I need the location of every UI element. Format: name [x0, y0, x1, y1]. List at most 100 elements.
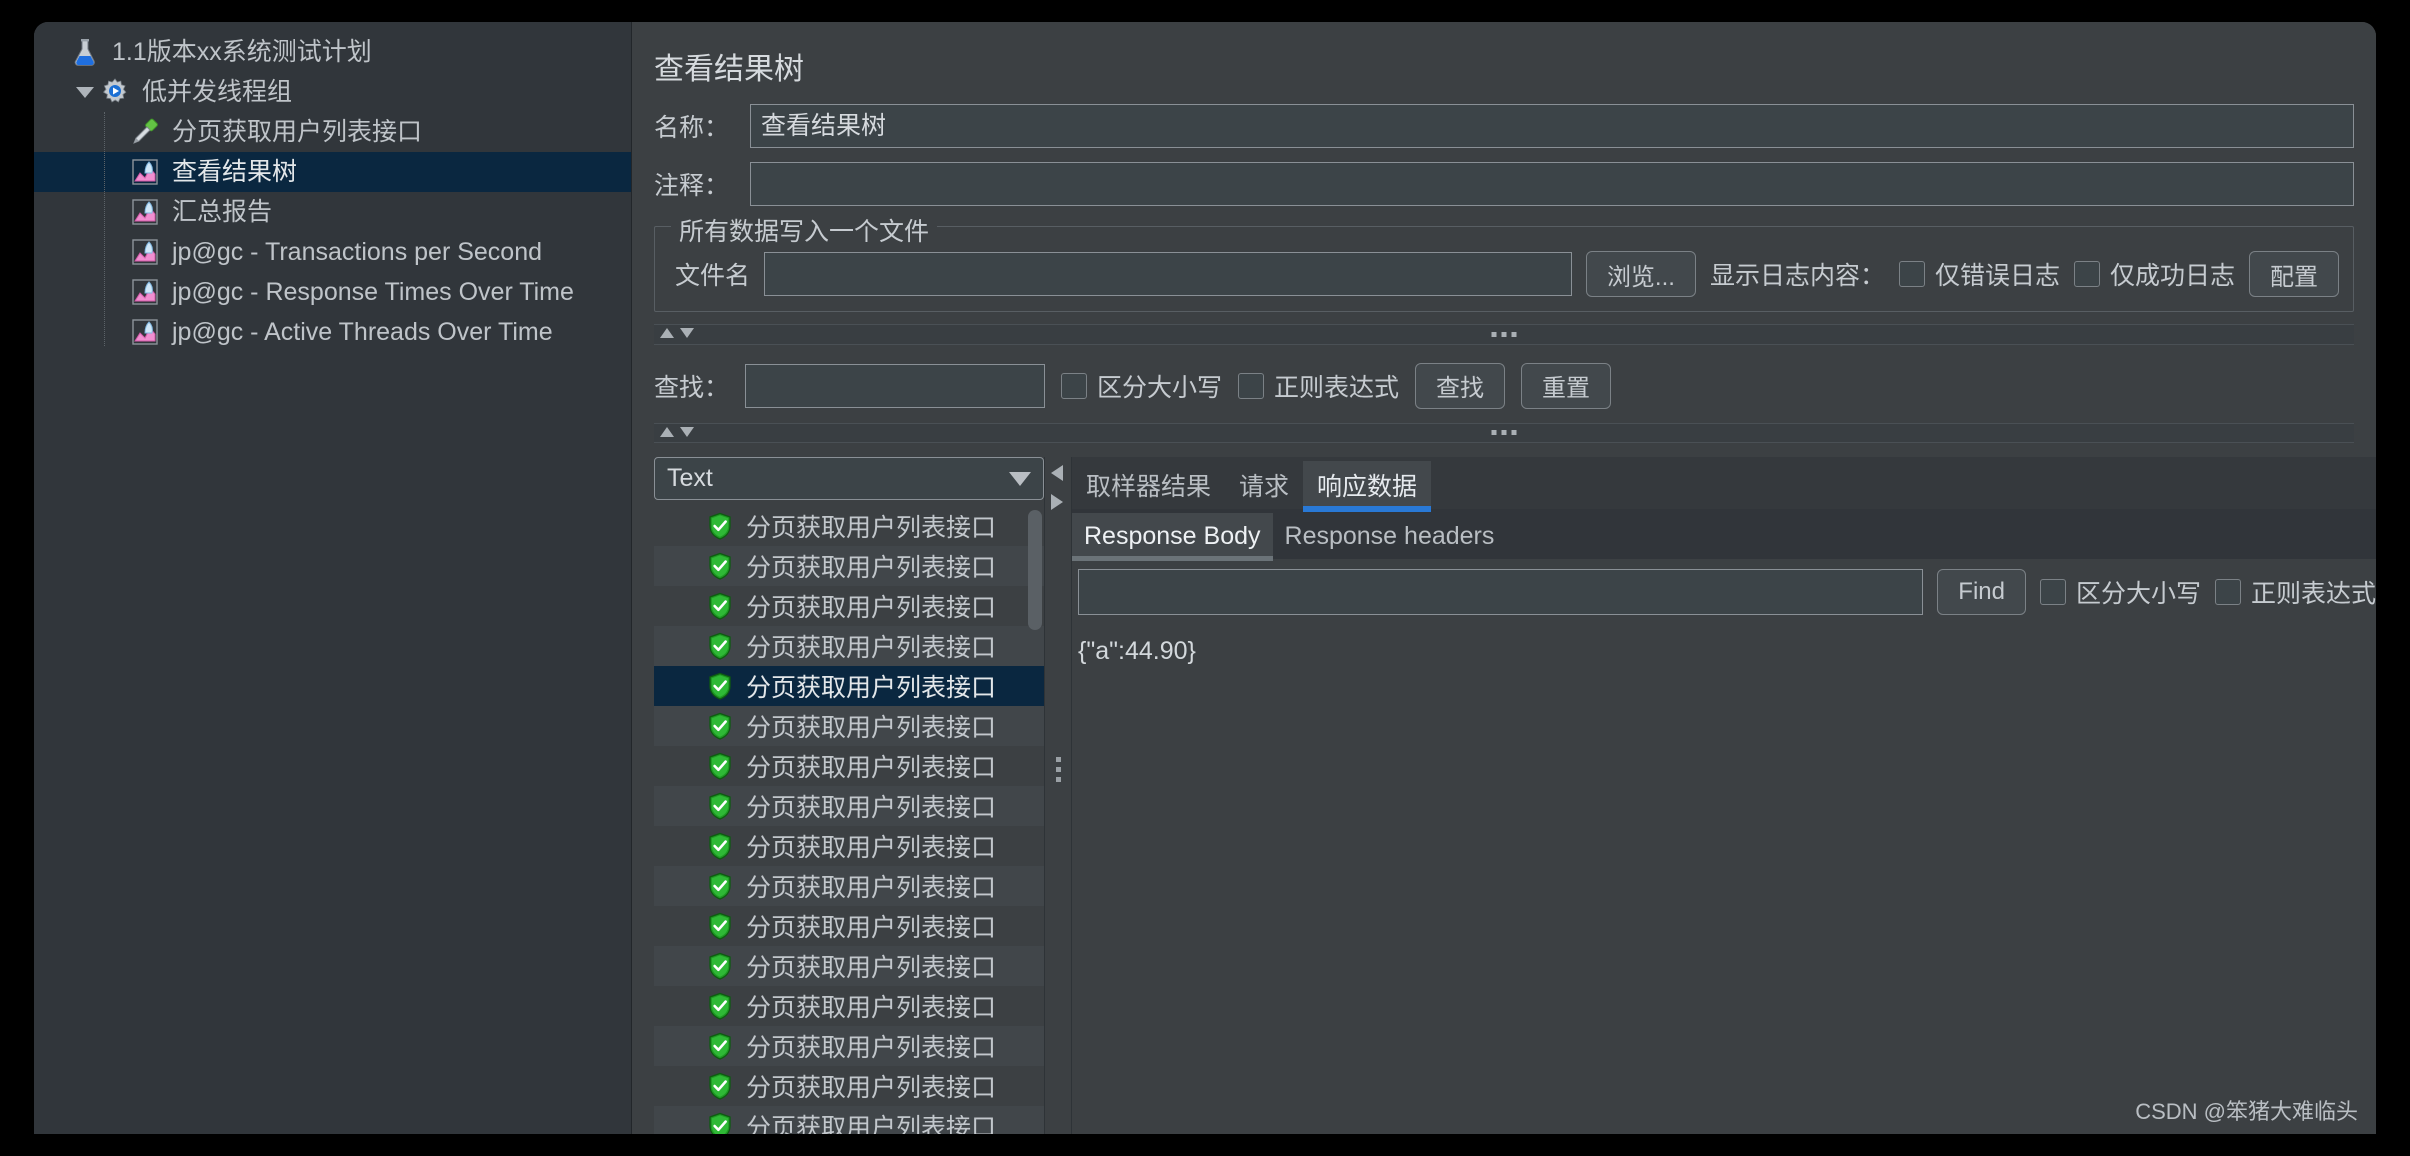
collapse-down-icon[interactable]	[680, 424, 694, 442]
success-shield-icon	[706, 512, 734, 540]
response-case-sensitive-label: 区分大小写	[2075, 580, 2201, 608]
lower-splitter[interactable]	[654, 422, 2354, 443]
success-shield-icon	[706, 1072, 734, 1100]
success-shield-icon	[706, 792, 734, 820]
sampler-list-item[interactable]: 分页获取用户列表接口	[654, 665, 1044, 706]
tree-toggle-spacer	[102, 152, 128, 192]
tree-expand-toggle-icon[interactable]	[72, 72, 98, 112]
response-find-input[interactable]	[1078, 569, 1924, 615]
sampler-list-item-label: 分页获取用户列表接口	[746, 1113, 997, 1134]
render-format-combobox[interactable]: Text	[654, 457, 1044, 500]
name-label: 名称：	[654, 114, 730, 142]
configure-button[interactable]: 配置	[2249, 251, 2339, 297]
listener-chart-icon	[128, 195, 162, 229]
success-only-checkbox[interactable]	[2073, 261, 2100, 287]
tree-item-4[interactable]: 汇总报告	[34, 192, 631, 232]
search-regex-wrap[interactable]: 正则表达式	[1238, 368, 1399, 404]
search-regex-label: 正则表达式	[1274, 373, 1400, 402]
success-shield-icon	[706, 872, 734, 900]
response-regex-wrap[interactable]: 正则表达式	[2214, 574, 2376, 610]
collapse-right-icon[interactable]	[1051, 494, 1063, 515]
sampler-list-item[interactable]: 分页获取用户列表接口	[654, 1105, 1044, 1134]
detail-tab-0[interactable]: 取样器结果	[1072, 461, 1225, 509]
errors-only-checkbox-wrap[interactable]: 仅错误日志	[1898, 256, 2060, 292]
tree-item-label: 1.1版本xx系统测试计划	[112, 37, 372, 66]
sampler-list-item[interactable]: 分页获取用户列表接口	[654, 986, 1044, 1026]
collapse-down-icon[interactable]	[680, 325, 694, 343]
collapse-left-icon[interactable]	[1051, 465, 1063, 486]
filename-input[interactable]	[764, 252, 1572, 296]
response-subtab-1[interactable]: Response headers	[1273, 513, 1507, 559]
tree-item-0[interactable]: 1.1版本xx系统测试计划	[34, 32, 631, 72]
chevron-down-icon[interactable]	[1009, 464, 1031, 493]
sampler-list-item[interactable]: 分页获取用户列表接口	[654, 1066, 1044, 1106]
search-find-button[interactable]: 查找	[1415, 362, 1506, 409]
sampler-list-item[interactable]: 分页获取用户列表接口	[654, 1025, 1044, 1066]
sampler-list-item[interactable]: 分页获取用户列表接口	[654, 906, 1044, 946]
response-subtab-0[interactable]: Response Body	[1072, 513, 1273, 561]
tree-item-7[interactable]: jp@gc - Active Threads Over Time	[34, 312, 631, 352]
browse-button[interactable]: 浏览...	[1585, 251, 1696, 297]
jmeter-window: 1.1版本xx系统测试计划 低并发线程组 分页获取用户列表接口 查看结果树 汇总报告 jp…	[34, 22, 2376, 1134]
sampler-results-list[interactable]: 分页获取用户列表接口 分页获取用户列表接口 分页获取用户列表接口 分页获取用户列表接口…	[654, 506, 1044, 1134]
search-row: 查找： 区分大小写 正则表达式 查找 重置	[632, 345, 2376, 409]
page-title: 查看结果树	[654, 53, 804, 86]
comment-input[interactable]	[750, 162, 2354, 206]
tree-item-label: jp@gc - Response Times Over Time	[172, 277, 574, 306]
search-case-sensitive-wrap[interactable]: 区分大小写	[1061, 368, 1222, 404]
vertical-splitter[interactable]	[1044, 457, 1072, 1134]
success-shield-icon	[706, 832, 734, 860]
tree-item-5[interactable]: jp@gc - Transactions per Second	[34, 232, 631, 272]
collapse-up-icon[interactable]	[660, 424, 674, 442]
sampler-list-item-label: 分页获取用户列表接口	[746, 713, 997, 742]
success-shield-icon	[706, 632, 734, 660]
upper-splitter[interactable]	[654, 324, 2354, 345]
lower-splitter-arrows[interactable]	[660, 424, 694, 442]
response-find-bar: Find 区分大小写 正则表达式	[1072, 559, 2376, 625]
search-reset-button[interactable]: 重置	[1521, 362, 1612, 409]
sampler-list-item[interactable]: 分页获取用户列表接口	[654, 865, 1044, 906]
lower-splitter-grip-icon[interactable]	[1491, 430, 1517, 436]
search-regex-checkbox[interactable]	[1238, 372, 1265, 399]
sampler-list-item[interactable]: 分页获取用户列表接口	[654, 506, 1044, 546]
groupbox-title: 所有数据写入一个文件	[671, 212, 938, 248]
response-case-sensitive-wrap[interactable]: 区分大小写	[2039, 574, 2201, 610]
sampler-list-item[interactable]: 分页获取用户列表接口	[654, 945, 1044, 986]
sampler-list-item[interactable]: 分页获取用户列表接口	[654, 625, 1044, 666]
splitter-grip-icon[interactable]	[1491, 331, 1517, 337]
response-regex-checkbox[interactable]	[2214, 579, 2241, 605]
name-input[interactable]: 查看结果树	[750, 104, 2354, 148]
sampler-list-item-label: 分页获取用户列表接口	[746, 913, 997, 942]
detail-tab-1[interactable]: 请求	[1225, 461, 1303, 509]
success-shield-icon	[706, 952, 734, 980]
tree-item-1[interactable]: 低并发线程组	[34, 72, 631, 112]
search-input[interactable]	[745, 363, 1046, 408]
response-find-button[interactable]: Find	[1937, 569, 2026, 615]
list-scrollbar-thumb[interactable]	[1028, 509, 1042, 630]
search-case-sensitive-checkbox[interactable]	[1061, 372, 1088, 399]
test-plan-tree[interactable]: 1.1版本xx系统测试计划 低并发线程组 分页获取用户列表接口 查看结果树 汇总报告 jp…	[34, 22, 632, 1134]
tree-item-3[interactable]: 查看结果树	[34, 152, 631, 192]
sampler-list-item[interactable]: 分页获取用户列表接口	[654, 785, 1044, 826]
tree-item-2[interactable]: 分页获取用户列表接口	[34, 112, 631, 152]
collapse-up-icon[interactable]	[660, 325, 674, 343]
sampler-list-item[interactable]: 分页获取用户列表接口	[654, 826, 1044, 866]
tree-toggle-spacer	[102, 192, 128, 232]
detail-tab-2[interactable]: 响应数据	[1303, 461, 1432, 512]
write-all-data-to-file-group: 所有数据写入一个文件 文件名 浏览... 显示日志内容： 仅错误日志 仅成功日志…	[654, 212, 2354, 312]
tree-item-6[interactable]: jp@gc - Response Times Over Time	[34, 272, 631, 312]
response-case-sensitive-checkbox[interactable]	[2039, 579, 2066, 605]
splitter-arrows[interactable]	[660, 325, 694, 343]
success-shield-icon	[706, 992, 734, 1020]
sampler-list-item[interactable]: 分页获取用户列表接口	[654, 545, 1044, 586]
sampler-list-item[interactable]: 分页获取用户列表接口	[654, 705, 1044, 746]
vsplit-grip-icon[interactable]	[1056, 757, 1061, 782]
errors-only-checkbox[interactable]	[1898, 261, 1925, 287]
success-shield-icon	[706, 1112, 734, 1134]
comment-label: 注释：	[654, 172, 730, 200]
sampler-list-item[interactable]: 分页获取用户列表接口	[654, 586, 1044, 626]
sampler-list-item[interactable]: 分页获取用户列表接口	[654, 746, 1044, 786]
success-only-label: 仅成功日志	[2109, 262, 2235, 290]
vsplit-arrows[interactable]	[1051, 465, 1063, 515]
success-only-checkbox-wrap[interactable]: 仅成功日志	[2073, 256, 2235, 292]
